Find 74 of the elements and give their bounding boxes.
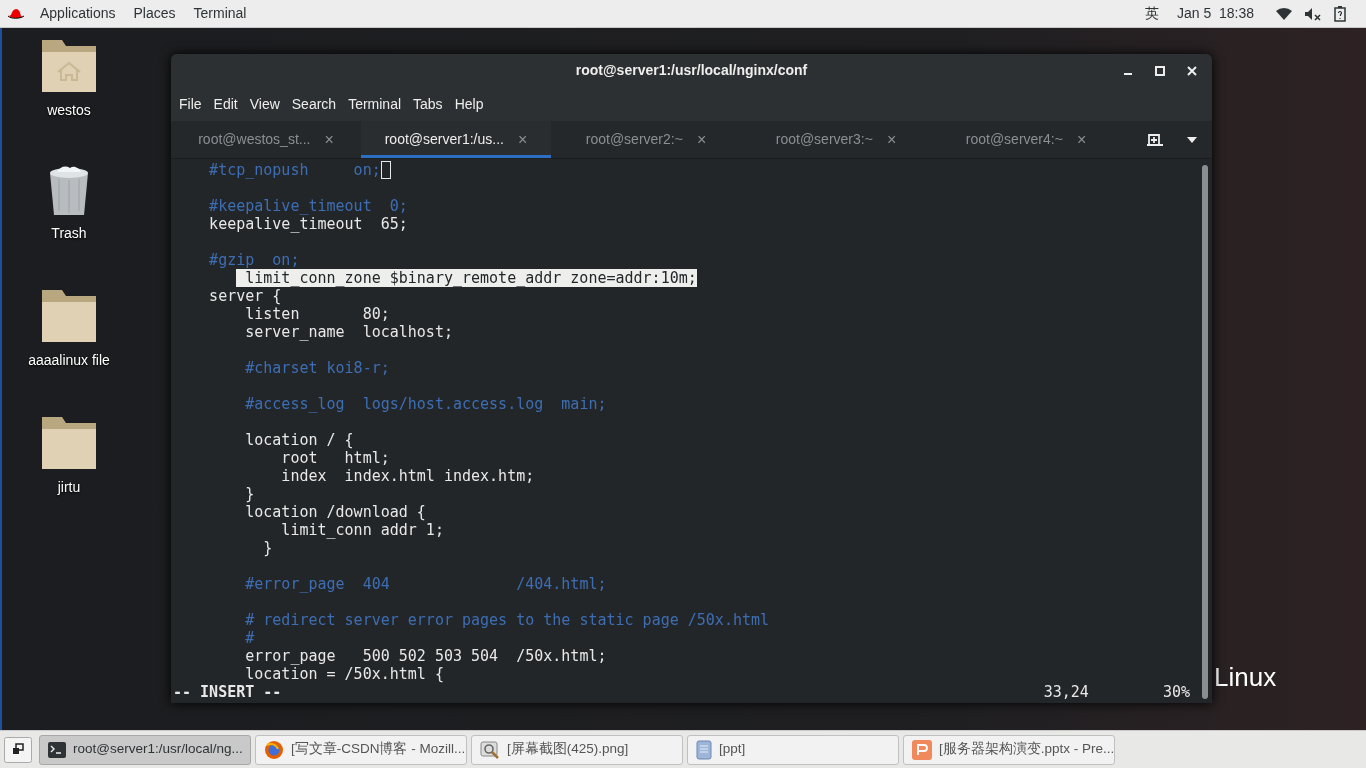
terminal-tab[interactable]: root@server3:~ × — [741, 121, 931, 158]
volume-muted-icon[interactable] — [1304, 6, 1322, 21]
terminal-tab[interactable]: root@server2:~ × — [551, 121, 741, 158]
menu-item[interactable]: Edit — [207, 93, 244, 115]
wifi-icon[interactable] — [1276, 6, 1292, 21]
code-line: } — [262, 539, 273, 557]
code-line: location / { — [244, 431, 354, 449]
battery-icon[interactable] — [1334, 5, 1346, 22]
code-line: #error_page 404 /404.html; — [244, 575, 607, 593]
code-line: #gzip on; — [208, 251, 300, 269]
code-line: #tcp_nopush on; — [208, 161, 381, 179]
code-line: keepalive_timeout 65; — [208, 215, 408, 233]
code-line: #keepalive_timeout 0; — [208, 197, 408, 215]
code-line: index index.html index.htm; — [280, 467, 535, 485]
folder-icon[interactable] — [40, 415, 98, 471]
code-line: #access_log logs/host.access.log main; — [244, 395, 607, 413]
taskbar-item[interactable]: [服务器架构演变.pptx - Pre... — [903, 734, 1115, 765]
terminal-tab[interactable]: root@westos_st... × — [171, 121, 361, 158]
wallpaper-text: Linux — [1214, 661, 1277, 694]
taskbar-item[interactable]: [屏幕截图(425).png] — [471, 734, 683, 765]
code-line: location /download { — [244, 503, 426, 521]
window-title: root@server1:/usr/local/nginx/conf — [575, 61, 808, 80]
clock[interactable]: Jan 5 18:38 — [1176, 3, 1254, 24]
taskbar-item[interactable]: [ppt] — [687, 734, 899, 765]
document-icon — [696, 739, 712, 760]
code-line: error_page 500 502 503 504 /50x.html; — [244, 647, 607, 665]
top-menu[interactable]: Terminal — [184, 3, 256, 24]
code-line: server_name localhost; — [244, 323, 453, 341]
top-menu[interactable]: Applications — [31, 3, 125, 24]
input-method[interactable]: 英 — [1144, 3, 1159, 24]
hat-icon — [7, 6, 25, 21]
menu-item[interactable]: Help — [448, 93, 490, 115]
top-menu[interactable]: Places — [124, 3, 185, 24]
tab-close[interactable]: × — [517, 127, 528, 152]
code-line: } — [244, 485, 255, 503]
code-line: location = /50x.html { — [244, 665, 444, 683]
vim-mode: -- INSERT -- — [173, 683, 282, 701]
code-line: server { — [208, 287, 282, 305]
terminal-icon — [48, 741, 66, 758]
menu-item[interactable]: Terminal — [342, 93, 408, 115]
folder-icon[interactable] — [40, 288, 98, 344]
icon-label[interactable]: westos — [47, 100, 91, 121]
code-line: #charset koi8-r; — [244, 359, 390, 377]
terminal-tab[interactable]: root@server1:/us... × — [361, 121, 551, 158]
code-line: root html; — [280, 449, 390, 467]
tab-close[interactable]: × — [324, 127, 334, 152]
scroll-percent: 30% — [1162, 683, 1190, 701]
trash-icon[interactable] — [47, 165, 91, 217]
taskbar-item[interactable]: [写文章-CSDN博客 - Mozill... — [255, 734, 467, 765]
icon-label[interactable]: Trash — [51, 223, 87, 244]
code-line: # — [244, 629, 255, 647]
tab-close[interactable]: × — [1076, 127, 1087, 152]
menu-item[interactable]: File — [173, 93, 208, 115]
code-line: limit_conn addr 1; — [280, 521, 444, 539]
icon-label[interactable]: aaaalinux file — [28, 350, 110, 371]
dropdown-caret-icon[interactable] — [1186, 135, 1198, 144]
scrollbar-thumb[interactable] — [1202, 165, 1208, 699]
tab-close[interactable]: × — [696, 127, 707, 152]
cursor-position: 33,24 — [1043, 683, 1089, 701]
show-desktop-icon[interactable] — [4, 736, 32, 763]
code-line: # redirect server error pages to the static page /50x.html — [244, 611, 770, 629]
menu-item[interactable]: Search — [285, 93, 343, 115]
home-folder-icon[interactable] — [40, 38, 98, 94]
slides-icon — [912, 739, 932, 760]
tab-close[interactable]: × — [886, 127, 897, 152]
terminal-tab[interactable]: root@server4:~ × — [931, 121, 1121, 158]
icon-label[interactable]: jirtu — [57, 477, 81, 498]
browser-icon — [264, 739, 284, 760]
code-line: listen 80; — [244, 305, 390, 323]
menu-item[interactable]: Tabs — [407, 93, 449, 115]
magnifier-image-icon — [480, 739, 500, 760]
new-tab-icon[interactable] — [1146, 131, 1164, 148]
taskbar-item[interactable]: root@server1:/usr/local/ng... — [39, 734, 251, 765]
menu-item[interactable]: View — [243, 93, 286, 115]
